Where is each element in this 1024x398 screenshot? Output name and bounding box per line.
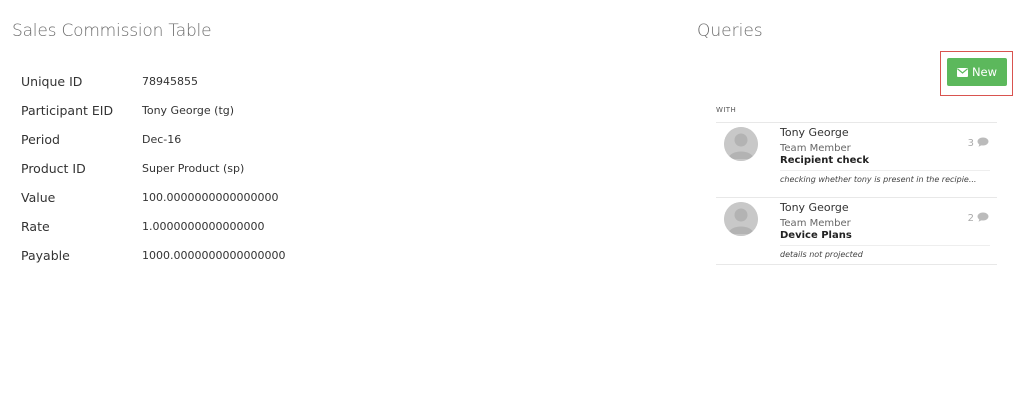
detail-label: Value [21,190,56,205]
query-preview: checking whether tony is present in the … [780,170,990,184]
query-subject: Device Plans [780,230,852,241]
detail-label: Product ID [21,161,86,176]
comment-count-value: 3 [967,138,974,149]
query-author-role: Team Member [780,143,851,154]
detail-row-participant-eid: Participant EID Tony George (tg) [21,96,285,125]
comment-icon [977,137,989,150]
envelope-icon [956,67,968,77]
divider [716,264,997,265]
detail-value: Super Product (sp) [142,162,245,175]
detail-value: 1.0000000000000000 [142,220,265,233]
page: Sales Commission Table Unique ID 7894585… [0,0,1024,398]
page-title: Sales Commission Table [12,21,212,41]
query-subject: Recipient check [780,155,869,166]
detail-value: 100.0000000000000000 [142,191,279,204]
detail-label: Period [21,132,60,147]
comment-count: 3 [968,137,989,150]
detail-value: Tony George (tg) [142,104,235,117]
queries-title: Queries [697,21,763,41]
detail-label: Unique ID [21,74,83,89]
detail-value: 78945855 [142,75,198,88]
detail-label: Participant EID [21,103,114,118]
query-item[interactable]: Tony George Team Member Recipient check … [716,122,997,191]
query-list: Tony George Team Member Recipient check … [716,122,997,266]
detail-label: Rate [21,219,50,234]
query-author-name: Tony George [780,201,849,214]
query-author-name: Tony George [780,126,849,139]
new-button-label: New [971,65,998,79]
detail-label: Payable [21,248,70,263]
query-item[interactable]: Tony George Team Member Device Plans 2 d… [716,197,997,266]
with-label: WITH [716,106,737,114]
detail-row-product-id: Product ID Super Product (sp) [21,154,285,183]
detail-row-value: Value 100.0000000000000000 [21,183,285,212]
detail-row-rate: Rate 1.0000000000000000 [21,212,285,241]
query-author-role: Team Member [780,218,851,229]
comment-count-value: 2 [967,213,974,224]
avatar [724,202,758,236]
new-query-button[interactable]: New [947,58,1007,86]
detail-row-period: Period Dec-16 [21,125,285,154]
query-preview: details not projected [780,245,990,259]
detail-row-payable: Payable 1000.0000000000000000 [21,241,285,270]
comment-count: 2 [968,212,989,225]
commission-details: Unique ID 78945855 Participant EID Tony … [21,67,285,270]
detail-row-unique-id: Unique ID 78945855 [21,67,285,96]
detail-value: Dec-16 [142,133,182,146]
detail-value: 1000.0000000000000000 [142,249,286,262]
avatar [724,127,758,161]
comment-icon [977,212,989,225]
